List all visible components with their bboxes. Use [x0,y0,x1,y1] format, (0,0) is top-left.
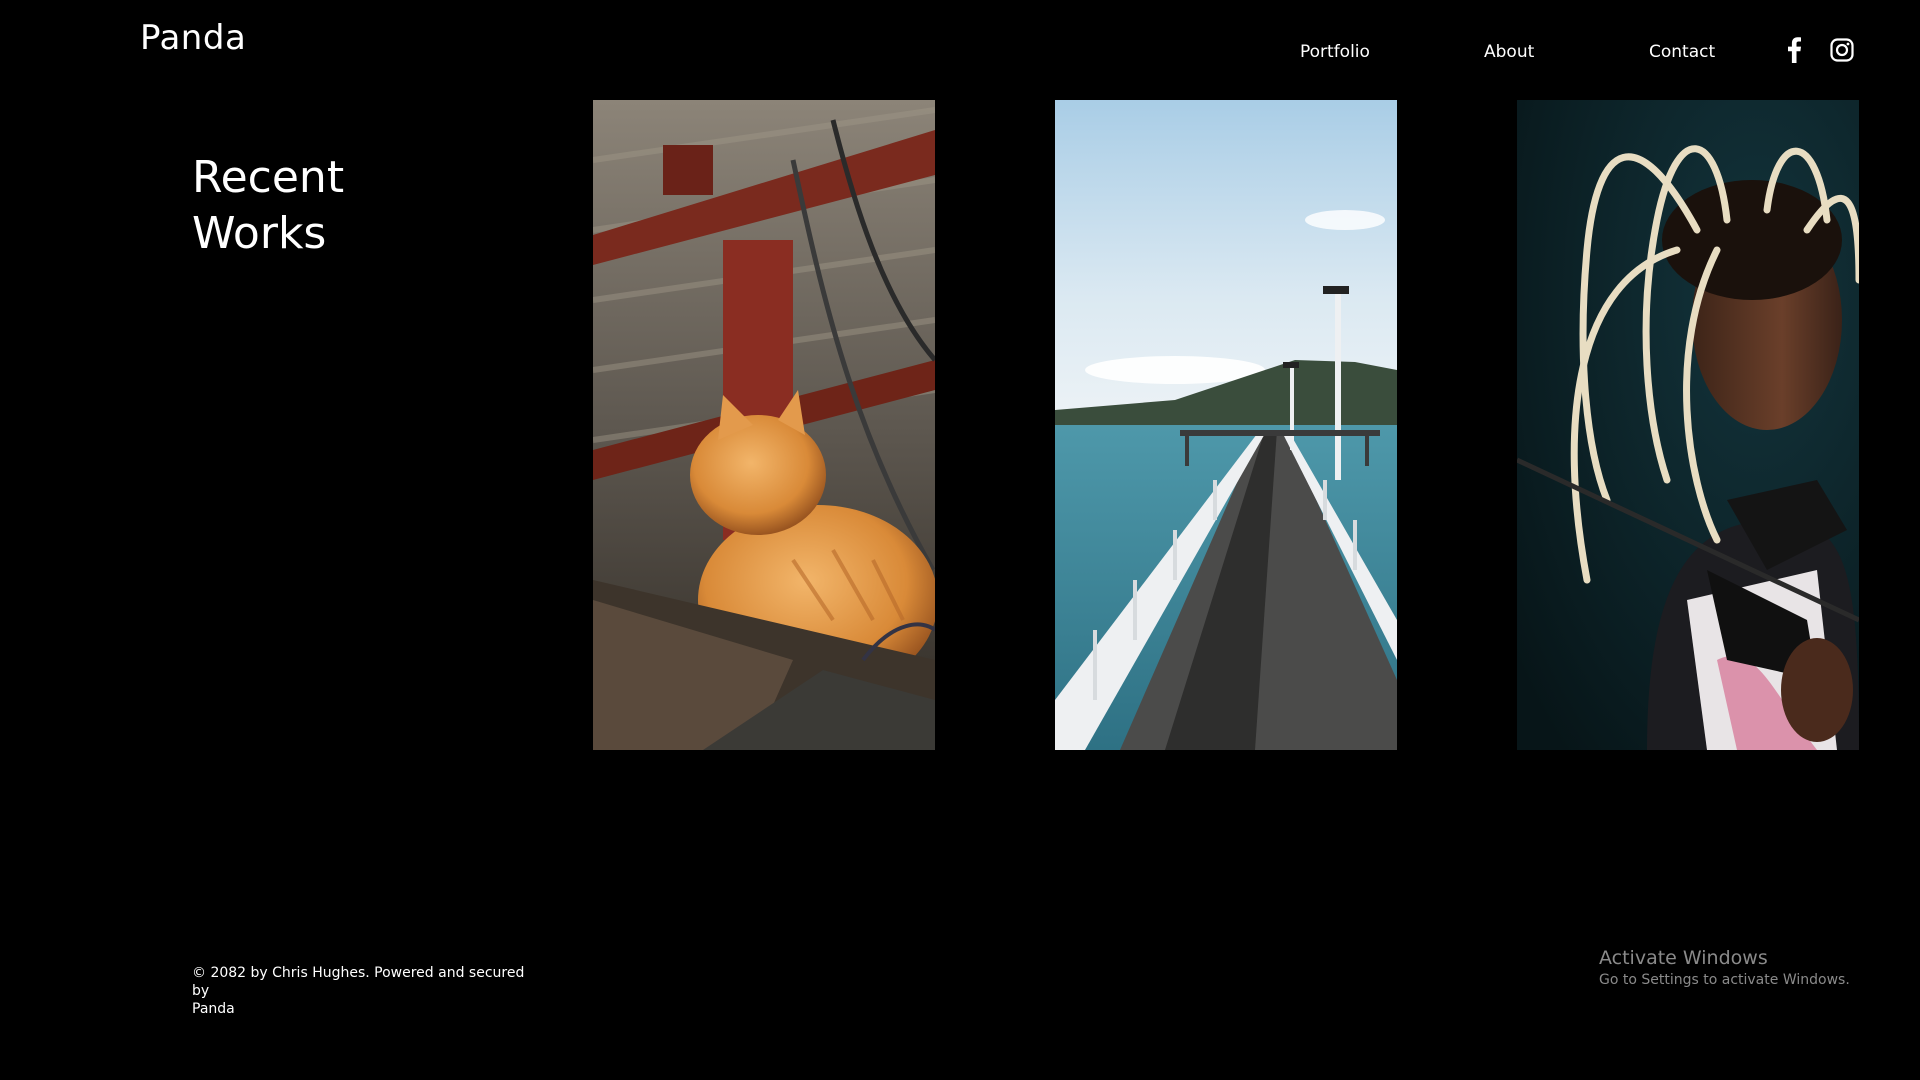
orange-cat-photo [593,100,935,750]
heading-line-1: Recent [192,152,345,203]
heading-line-2: Works [192,208,327,259]
gallery-item-pier[interactable] [1055,100,1397,750]
pier-photo [1055,100,1397,750]
footer-line-2: Panda [192,1001,235,1017]
site-logo[interactable]: Panda [140,18,246,58]
nav-about[interactable]: About [1484,42,1534,62]
footer-copyright: © 2082 by Chris Hughes. Powered and secu… [192,964,532,1018]
gallery-item-cat[interactable] [593,100,935,750]
gallery-item-portrait[interactable] [1517,100,1859,750]
footer-line-1: © 2082 by Chris Hughes. Powered and secu… [192,965,525,999]
nav-portfolio[interactable]: Portfolio [1300,42,1370,62]
nav-contact[interactable]: Contact [1649,42,1715,62]
social-links [1780,36,1856,64]
windows-activation-watermark: Activate Windows Go to Settings to activ… [1599,946,1850,990]
facebook-icon[interactable] [1780,36,1808,64]
watermark-title: Activate Windows [1599,947,1768,969]
portrait-photo [1517,100,1859,750]
section-heading: Recent Works [192,150,432,262]
page: Panda Portfolio About Contact Recent Wor… [0,0,1920,1080]
watermark-subtitle: Go to Settings to activate Windows. [1599,972,1850,988]
instagram-icon[interactable] [1828,36,1856,64]
